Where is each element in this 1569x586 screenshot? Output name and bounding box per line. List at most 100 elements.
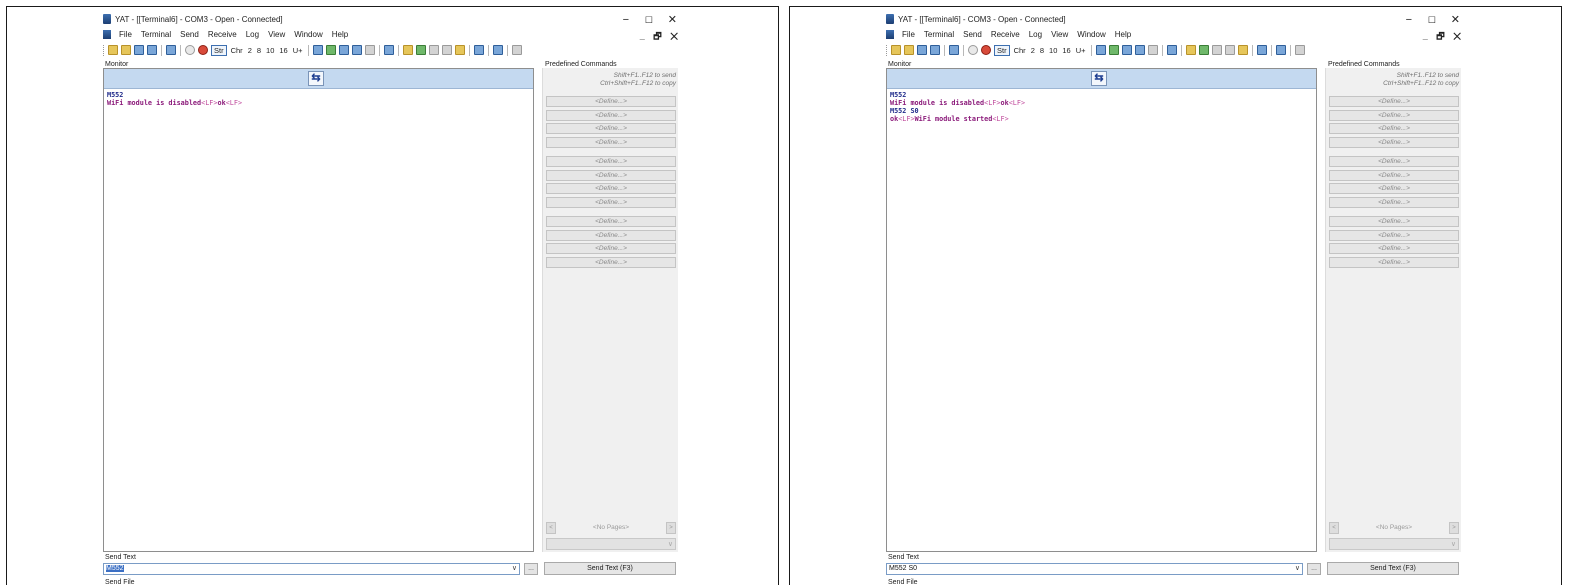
open-icon[interactable] [904,45,914,55]
send-text-button[interactable]: Send Text (F3) [1327,562,1459,575]
radix-dec-button[interactable]: 10 [265,46,275,55]
send-text-button[interactable]: Send Text (F3) [544,562,676,575]
menu-receive[interactable]: Receive [991,30,1020,39]
radix-char-button[interactable]: Chr [230,46,244,55]
radix-oct-button[interactable]: 8 [256,46,262,55]
radix-dec-button[interactable]: 10 [1048,46,1058,55]
define-command-button[interactable]: <Define...> [1329,96,1459,107]
define-command-button[interactable]: <Define...> [546,136,676,148]
monitor-panel[interactable]: ⇆ M552 WiFi module is disabled<LF>ok<LF> [103,68,534,552]
menu-log[interactable]: Log [246,30,259,39]
menu-send[interactable]: Send [963,30,982,39]
toolbar-grip[interactable] [103,44,105,56]
define-command-button[interactable]: <Define...> [546,243,676,254]
send-text-value[interactable]: M552 [106,565,124,572]
open-icon[interactable] [121,45,131,55]
previous-page-button[interactable]: < [1329,522,1339,534]
close-icon[interactable]: ✕ [1451,12,1460,28]
log-off-icon[interactable] [1211,45,1222,55]
menu-receive[interactable]: Receive [208,30,237,39]
menu-send[interactable]: Send [180,30,199,39]
bidirectional-arrows-icon[interactable]: ⇆ [1091,71,1107,86]
plot-icon[interactable] [511,45,522,55]
send-text-value[interactable]: M552 S0 [889,565,917,572]
define-command-button[interactable]: <Define...> [1329,156,1459,167]
next-page-button[interactable]: > [666,522,676,534]
send-text-combobox[interactable]: M552 ∨ [103,563,520,575]
document-icon[interactable] [103,30,111,39]
new-terminal-icon[interactable] [891,45,901,55]
define-command-button[interactable]: <Define...> [546,109,676,121]
menu-terminal[interactable]: Terminal [141,30,171,39]
define-command-button[interactable]: <Define...> [546,169,676,181]
define-command-button[interactable]: <Define...> [1329,136,1459,148]
log-open-icon[interactable] [1224,45,1235,55]
document-icon[interactable] [886,30,894,39]
find-icon[interactable] [383,45,394,55]
define-command-button[interactable]: <Define...> [1329,183,1459,194]
toolbar-grip[interactable] [886,44,888,56]
open-port-icon[interactable] [968,45,978,55]
log-off-icon[interactable] [428,45,439,55]
show-tx-icon[interactable] [1095,45,1106,55]
define-command-button[interactable]: <Define...> [1329,229,1459,241]
auto-action-icon[interactable] [492,45,503,55]
terminal-settings-icon[interactable] [166,45,176,55]
define-command-button[interactable]: <Define...> [546,156,676,167]
menu-view[interactable]: View [268,30,285,39]
previous-page-button[interactable]: < [546,522,556,534]
show-rx-icon[interactable] [1121,45,1132,55]
menu-help[interactable]: Help [332,30,348,39]
print-icon[interactable] [364,45,375,55]
log-on-icon[interactable] [415,45,426,55]
radix-hex-button[interactable]: 16 [278,46,288,55]
maximize-icon[interactable]: ☐ [645,12,653,28]
define-command-button[interactable]: <Define...> [1329,196,1459,208]
save-all-icon[interactable] [147,45,157,55]
close-port-icon[interactable] [981,45,991,55]
radix-char-button[interactable]: Chr [1013,46,1027,55]
radix-string-button[interactable]: Str [211,44,227,56]
monitor-panel[interactable]: ⇆ M552 WiFi module is disabled<LF>ok<LF> M… [886,68,1317,552]
define-command-button[interactable]: <Define...> [1329,109,1459,121]
show-rx-icon[interactable] [338,45,349,55]
minimize-icon[interactable]: − [1406,12,1412,28]
menu-view[interactable]: View [1051,30,1068,39]
radix-unicode-button[interactable]: U+ [1075,46,1087,55]
radix-hex-button[interactable]: 16 [1061,46,1071,55]
radix-oct-button[interactable]: 8 [1039,46,1045,55]
menu-window[interactable]: Window [294,30,322,39]
define-command-button[interactable]: <Define...> [546,96,676,107]
define-command-button[interactable]: <Define...> [546,256,676,268]
log-open-icon[interactable] [441,45,452,55]
send-text-options-button[interactable]: ... [524,563,538,575]
minimize-icon[interactable]: − [623,12,629,28]
radix-unicode-button[interactable]: U+ [292,46,304,55]
pages-dropdown[interactable]: ∨ [546,538,676,550]
new-terminal-icon[interactable] [108,45,118,55]
show-bidir-icon[interactable] [1108,45,1119,55]
close-port-icon[interactable] [198,45,208,55]
bidirectional-arrows-icon[interactable]: ⇆ [308,71,324,86]
chevron-down-icon[interactable]: ∨ [512,564,517,574]
menu-log[interactable]: Log [1029,30,1042,39]
define-command-button[interactable]: <Define...> [546,216,676,227]
chevron-down-icon[interactable]: ∨ [1295,564,1300,574]
define-command-button[interactable]: <Define...> [546,229,676,241]
define-command-button[interactable]: <Define...> [1329,169,1459,181]
define-command-button[interactable]: <Define...> [546,183,676,194]
menu-window[interactable]: Window [1077,30,1105,39]
clear-icon[interactable] [351,45,362,55]
radix-bin-button[interactable]: 2 [1030,46,1036,55]
send-text-options-button[interactable]: ... [1307,563,1321,575]
terminal-settings-icon[interactable] [949,45,959,55]
radix-string-button[interactable]: Str [994,44,1010,56]
menu-file[interactable]: File [902,30,915,39]
save-icon[interactable] [134,45,144,55]
show-bidir-icon[interactable] [325,45,336,55]
radix-bin-button[interactable]: 2 [247,46,253,55]
auto-action-icon[interactable] [1275,45,1286,55]
log-folder-icon[interactable] [454,45,465,55]
menu-file[interactable]: File [119,30,132,39]
menu-help[interactable]: Help [1115,30,1131,39]
